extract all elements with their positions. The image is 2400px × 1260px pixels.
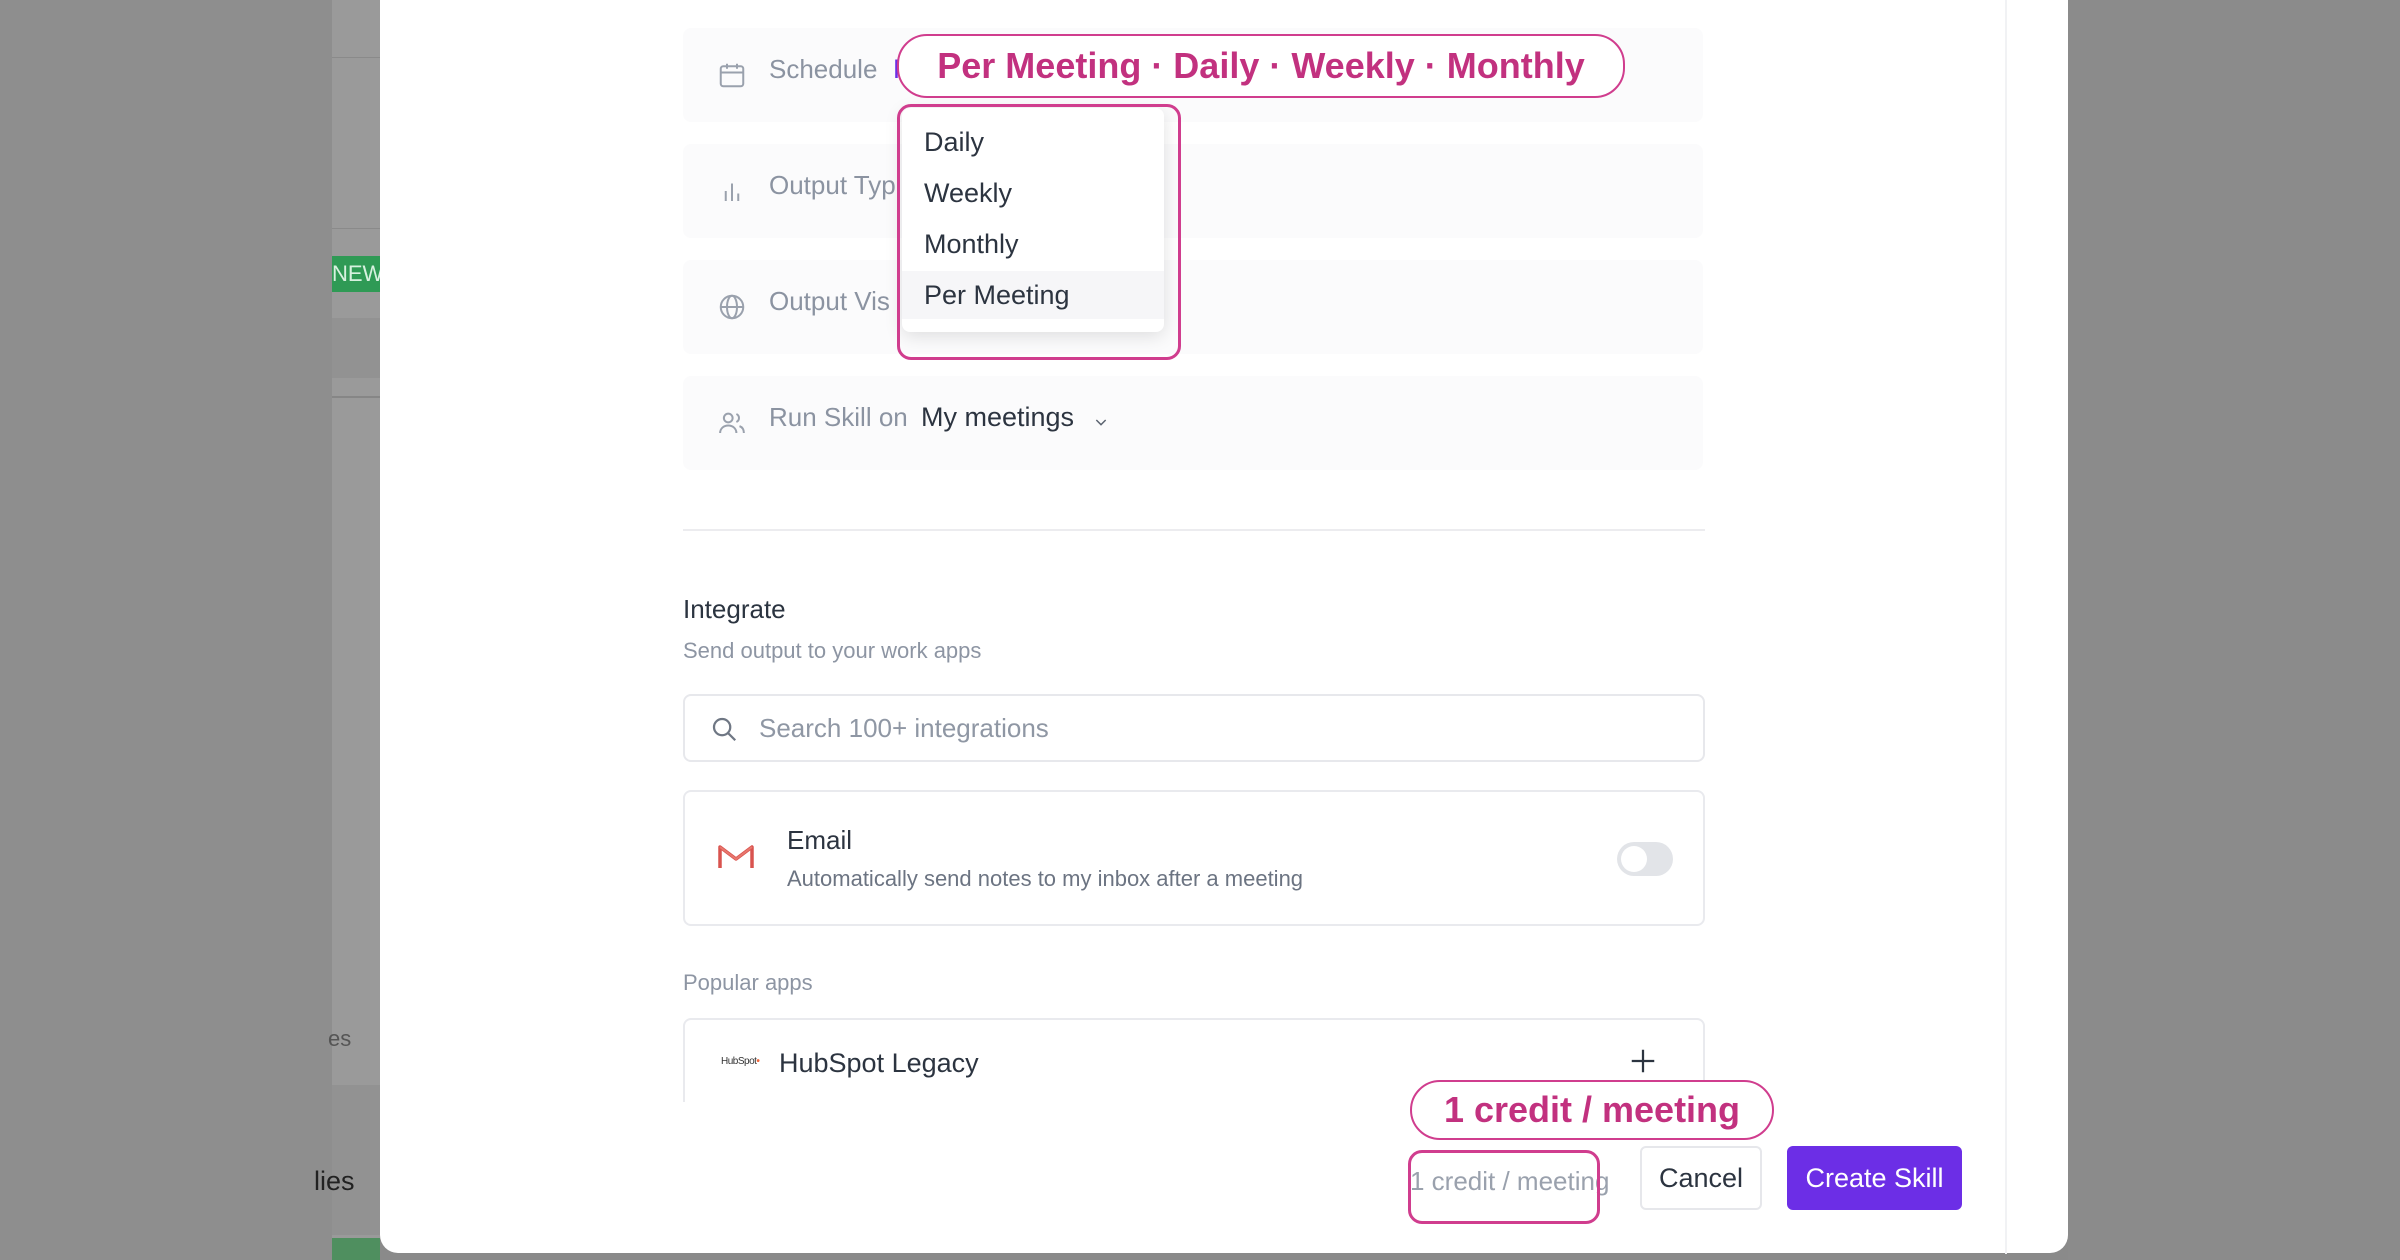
background-block — [332, 1238, 380, 1260]
credit-callout: 1 credit / meeting — [1410, 1080, 1774, 1140]
schedule-label: Schedule — [769, 54, 878, 84]
background-text: lies — [314, 1166, 355, 1196]
email-integration-card: Email Automatically send notes to my inb… — [683, 790, 1705, 926]
hubspot-title: HubSpot Legacy — [779, 1048, 979, 1078]
output-type-label: Output Typ — [769, 170, 896, 200]
bar-chart-icon — [724, 183, 740, 201]
run-skill-row[interactable]: Run Skill on My meetings — [683, 376, 1703, 470]
hubspot-logo-text: HubSpot — [721, 1056, 757, 1067]
hubspot-logo-icon: HubSpot• — [721, 1056, 760, 1067]
background-divider — [332, 396, 380, 398]
integrate-subtitle: Send output to your work apps — [683, 638, 982, 663]
credit-highlight-box — [1408, 1150, 1600, 1224]
background-sidebar: NEW es lies — [314, 0, 380, 1260]
gmail-icon — [718, 845, 754, 868]
cancel-button[interactable]: Cancel — [1640, 1146, 1762, 1210]
output-type-row[interactable]: Output Typ — [683, 144, 1703, 238]
add-icon[interactable] — [1628, 1046, 1658, 1076]
users-icon — [719, 412, 745, 434]
run-skill-select[interactable]: My meetings — [921, 402, 1074, 433]
email-title: Email — [787, 825, 853, 855]
globe-icon — [719, 294, 745, 320]
section-divider — [683, 529, 1705, 531]
modal-scroll-track — [2005, 0, 2007, 1254]
background-overlay-right — [2068, 0, 2400, 1260]
search-placeholder[interactable]: Search 100+ integrations — [759, 713, 1049, 744]
new-badge: NEW — [332, 256, 380, 292]
schedule-options-callout: Per Meeting · Daily · Weekly · Monthly — [897, 34, 1625, 98]
integrate-heading: Integrate — [683, 594, 786, 624]
email-description: Automatically send notes to my inbox aft… — [787, 866, 1304, 891]
calendar-icon — [719, 63, 745, 88]
output-visibility-row[interactable]: Output Vis — [683, 260, 1703, 354]
email-toggle[interactable] — [1617, 842, 1673, 876]
toggle-knob — [1621, 846, 1647, 872]
popular-apps-label: Popular apps — [683, 970, 813, 995]
output-visibility-label: Output Vis — [769, 286, 890, 316]
background-block — [332, 318, 380, 378]
create-skill-button[interactable]: Create Skill — [1787, 1146, 1962, 1210]
run-skill-label: Run Skill on — [769, 402, 908, 432]
background-overlay-left — [0, 0, 332, 1260]
dropdown-highlight-box — [897, 104, 1181, 360]
background-divider — [332, 228, 380, 229]
background-divider — [332, 57, 380, 58]
chevron-down-icon[interactable] — [1093, 414, 1109, 430]
integrations-search[interactable]: Search 100+ integrations — [683, 694, 1705, 762]
background-block — [332, 1085, 380, 1235]
background-text: es — [328, 1026, 352, 1051]
search-icon — [712, 717, 737, 742]
